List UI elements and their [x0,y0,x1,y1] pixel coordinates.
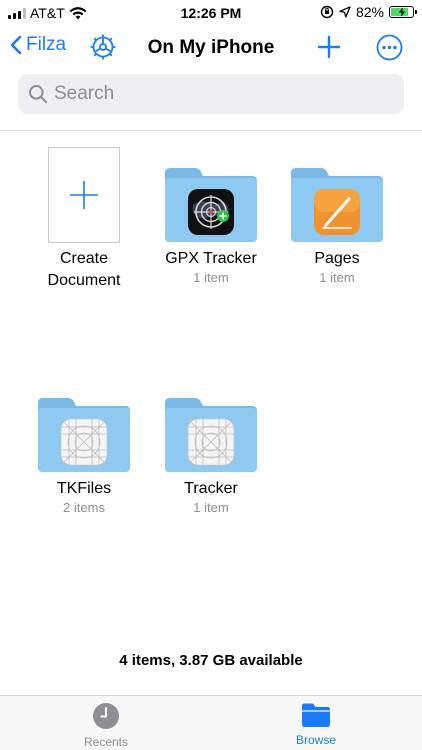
create-document-button[interactable]: Create Document [21,147,147,292]
tab-browse[interactable]: Browse [256,702,376,747]
storage-summary: 4 items, 3.87 GB available [119,652,303,669]
tab-recents[interactable]: Recents [46,702,166,749]
generic-app-icon [60,418,108,466]
gpx-tracker-app-icon [188,189,234,235]
item-name: GPX Tracker [165,250,257,267]
item-name: Tracker [184,480,238,497]
folder-icon [38,398,130,472]
orientation-lock-icon [320,5,334,19]
battery-percent: 82% [355,4,384,20]
item-count: 1 item [193,500,229,515]
item-count: 1 item [319,270,355,285]
status-right: 82% [320,4,417,20]
add-button[interactable] [316,34,342,60]
folder-item[interactable]: Pages 1 item [274,165,400,285]
generic-app-icon [187,418,235,466]
location-arrow-icon [339,6,351,18]
create-label-line2: Document [47,272,121,289]
page-title: On My iPhone [147,37,275,58]
more-options-button[interactable] [376,34,403,61]
clock-icon [93,703,119,729]
tab-label: Browse [295,733,336,747]
item-count: 2 items [63,500,105,515]
tab-label: Recents [83,735,129,749]
folder-icon [302,703,330,727]
divider [0,130,422,131]
folder-item[interactable]: GPX Tracker 1 item [148,165,274,285]
item-count: 1 item [193,270,229,285]
pages-app-icon [314,189,360,235]
status-bar: AT&T 12:26 PM 82% [0,0,422,26]
folder-item[interactable]: Tracker 1 item [148,395,274,515]
folder-item[interactable]: TKFiles 2 items [21,395,147,515]
blank-document-icon [48,147,120,243]
plus-icon [70,181,98,209]
navigation-bar: Filza On My iPhone [0,30,422,66]
battery-icon [389,6,417,18]
item-name: Pages [314,250,360,267]
search-input[interactable] [54,83,374,105]
folder-icon [165,398,257,472]
tab-bar: Recents Browse [0,695,422,750]
charging-bolt-icon [399,7,405,17]
item-name: TKFiles [56,480,112,497]
create-label-line1: Create [59,250,109,267]
search-icon [29,85,48,104]
folder-icon [291,168,383,242]
folder-icon [165,168,257,242]
search-bar[interactable] [18,74,404,114]
